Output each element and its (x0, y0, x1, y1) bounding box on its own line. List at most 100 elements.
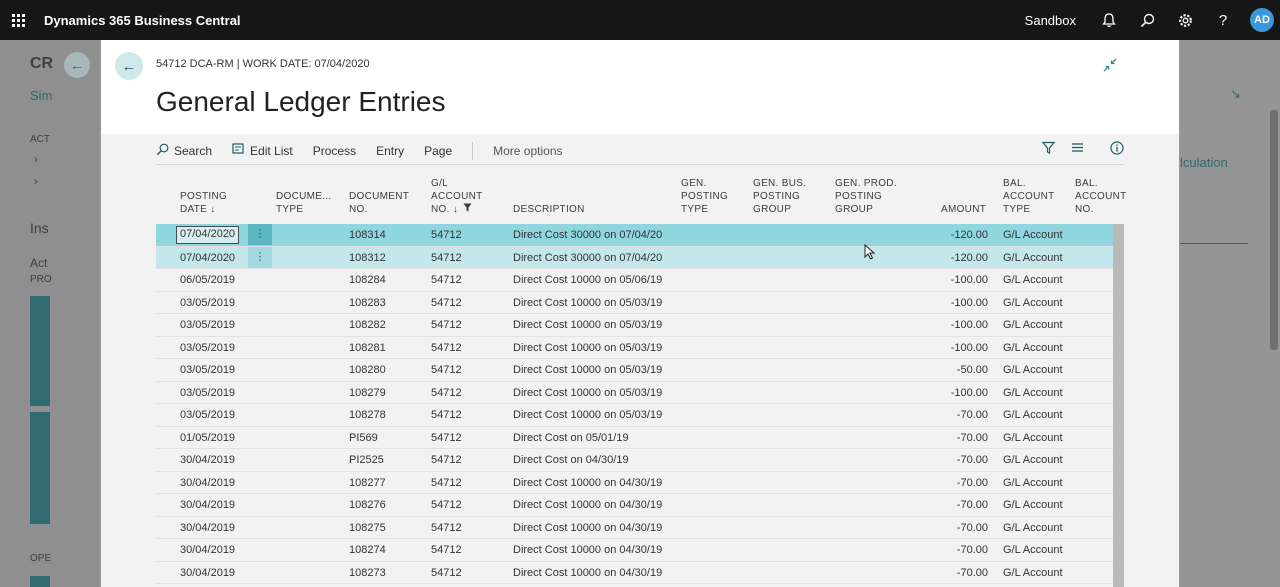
bal-account-type-cell[interactable]: G/L Account (1003, 454, 1063, 466)
column-header-amount[interactable]: AMOUNT (941, 203, 986, 216)
description-cell[interactable]: Direct Cost 10000 on 05/03/19 (513, 364, 662, 376)
table-row[interactable]: 03/05/2019 108281 54712 Direct Cost 10000 o… (156, 336, 1124, 359)
gl-account-no-cell[interactable]: 54712 (431, 567, 462, 579)
amount-cell[interactable]: -70.00 (926, 477, 988, 489)
document-no-cell[interactable]: 108284 (349, 274, 386, 286)
table-scrollbar[interactable] (1113, 224, 1124, 587)
table-row[interactable]: 30/04/2019 108275 54712 Direct Cost 10000 o… (156, 516, 1124, 539)
gl-account-no-cell[interactable]: 54712 (431, 454, 462, 466)
gl-account-no-cell[interactable]: 54712 (431, 522, 462, 534)
bal-account-type-cell[interactable]: G/L Account (1003, 364, 1063, 376)
description-cell[interactable]: Direct Cost 10000 on 05/03/19 (513, 297, 662, 309)
description-cell[interactable]: Direct Cost 10000 on 05/03/19 (513, 409, 662, 421)
gl-account-no-cell[interactable]: 54712 (431, 477, 462, 489)
amount-cell[interactable]: -50.00 (926, 364, 988, 376)
document-no-cell[interactable]: 108277 (349, 477, 386, 489)
posting-date-cell[interactable]: 07/04/2020 (180, 252, 235, 264)
gl-account-no-cell[interactable]: 54712 (431, 499, 462, 511)
document-no-cell[interactable]: PI2525 (349, 454, 384, 466)
description-cell[interactable]: Direct Cost 10000 on 04/30/19 (513, 477, 662, 489)
waffle-icon[interactable] (0, 0, 36, 40)
document-no-cell[interactable]: 108274 (349, 544, 386, 556)
description-cell[interactable]: Direct Cost on 05/01/19 (513, 432, 629, 444)
column-header-document-type[interactable]: DOCUME... TYPE (276, 190, 331, 216)
table-row[interactable]: 07/04/2020 ⋮ 108312 54712 Direct Cost 30000 … (156, 246, 1124, 269)
bal-account-type-cell[interactable]: G/L Account (1003, 342, 1063, 354)
description-cell[interactable]: Direct Cost 10000 on 05/03/19 (513, 319, 662, 331)
posting-date-cell[interactable]: 06/05/2019 (180, 274, 235, 286)
edit-list-button[interactable]: Edit List (232, 143, 293, 158)
table-row[interactable]: 30/04/2019 108276 54712 Direct Cost 10000 o… (156, 494, 1124, 517)
column-header-description[interactable]: DESCRIPTION (513, 203, 585, 216)
gl-account-no-cell[interactable]: 54712 (431, 342, 462, 354)
bal-account-type-cell[interactable]: G/L Account (1003, 387, 1063, 399)
description-cell[interactable]: Direct Cost 10000 on 05/03/19 (513, 387, 662, 399)
amount-cell[interactable]: -120.00 (926, 229, 988, 241)
more-options-button[interactable]: More options (493, 144, 562, 158)
table-row[interactable]: 03/05/2019 108280 54712 Direct Cost 10000 o… (156, 359, 1124, 382)
description-cell[interactable]: Direct Cost 10000 on 04/30/19 (513, 522, 662, 534)
amount-cell[interactable]: -100.00 (926, 319, 988, 331)
amount-cell[interactable]: -70.00 (926, 432, 988, 444)
list-view-icon[interactable] (1071, 141, 1084, 158)
row-actions-icon[interactable]: ⋮ (248, 224, 272, 245)
posting-date-cell[interactable]: 07/04/2020 (176, 226, 240, 244)
gl-account-no-cell[interactable]: 54712 (431, 319, 462, 331)
description-cell[interactable]: Direct Cost 10000 on 04/30/19 (513, 567, 662, 579)
posting-date-cell[interactable]: 03/05/2019 (180, 364, 235, 376)
column-header-gen-prod-posting-group[interactable]: GEN. PROD. POSTING GROUP (835, 177, 897, 216)
table-row[interactable]: 03/05/2019 108279 54712 Direct Cost 10000 o… (156, 381, 1124, 404)
column-header-bal-account-no[interactable]: BAL. ACCOUNT NO. (1075, 177, 1127, 216)
description-cell[interactable]: Direct Cost 10000 on 05/06/19 (513, 274, 662, 286)
gl-account-no-cell[interactable]: 54712 (431, 409, 462, 421)
table-row[interactable]: 30/04/2019 108277 54712 Direct Cost 10000 o… (156, 471, 1124, 494)
description-cell[interactable]: Direct Cost on 04/30/19 (513, 454, 629, 466)
document-no-cell[interactable]: 108279 (349, 387, 386, 399)
amount-cell[interactable]: -100.00 (926, 297, 988, 309)
bal-account-type-cell[interactable]: G/L Account (1003, 544, 1063, 556)
amount-cell[interactable]: -70.00 (926, 454, 988, 466)
help-icon[interactable]: ? (1204, 0, 1242, 40)
gl-account-no-cell[interactable]: 54712 (431, 229, 462, 241)
document-no-cell[interactable]: 108281 (349, 342, 386, 354)
column-header-gl-account-no[interactable]: G/L ACCOUNT NO. ↓ (431, 177, 483, 216)
amount-cell[interactable]: -100.00 (926, 387, 988, 399)
posting-date-cell[interactable]: 01/05/2019 (180, 432, 235, 444)
amount-cell[interactable]: -70.00 (926, 499, 988, 511)
table-row[interactable]: 03/05/2019 108278 54712 Direct Cost 10000 o… (156, 404, 1124, 427)
gl-account-no-cell[interactable]: 54712 (431, 252, 462, 264)
search-icon[interactable] (1128, 0, 1166, 40)
amount-cell[interactable]: -100.00 (926, 274, 988, 286)
gl-account-no-cell[interactable]: 54712 (431, 544, 462, 556)
table-row[interactable]: 06/05/2019 108284 54712 Direct Cost 10000 o… (156, 269, 1124, 292)
posting-date-cell[interactable]: 03/05/2019 (180, 342, 235, 354)
document-no-cell[interactable]: 108314 (349, 229, 386, 241)
description-cell[interactable]: Direct Cost 30000 on 07/04/20 (513, 252, 662, 264)
table-row[interactable]: 30/04/2019 108274 54712 Direct Cost 10000 o… (156, 539, 1124, 562)
description-cell[interactable]: Direct Cost 30000 on 07/04/20 (513, 229, 662, 241)
gl-account-no-cell[interactable]: 54712 (431, 387, 462, 399)
row-actions-icon[interactable]: ⋮ (248, 246, 272, 268)
collapse-icon[interactable] (1103, 58, 1117, 75)
posting-date-cell[interactable]: 30/04/2019 (180, 499, 235, 511)
posting-date-cell[interactable]: 03/05/2019 (180, 387, 235, 399)
page-menu[interactable]: Page (424, 144, 452, 158)
table-row[interactable]: 03/05/2019 108282 54712 Direct Cost 10000 o… (156, 314, 1124, 337)
bal-account-type-cell[interactable]: G/L Account (1003, 274, 1063, 286)
gl-account-no-cell[interactable]: 54712 (431, 432, 462, 444)
avatar[interactable]: AD (1250, 8, 1274, 32)
gear-icon[interactable] (1166, 0, 1204, 40)
process-menu[interactable]: Process (313, 144, 356, 158)
gl-account-no-cell[interactable]: 54712 (431, 274, 462, 286)
table-row[interactable]: 30/04/2019 PI2525 54712 Direct Cost on 04/3… (156, 449, 1124, 472)
posting-date-cell[interactable]: 03/05/2019 (180, 297, 235, 309)
posting-date-cell[interactable]: 30/04/2019 (180, 567, 235, 579)
bal-account-type-cell[interactable]: G/L Account (1003, 229, 1063, 241)
column-header-gen-bus-posting-group[interactable]: GEN. BUS. POSTING GROUP (753, 177, 806, 216)
bal-account-type-cell[interactable]: G/L Account (1003, 477, 1063, 489)
gl-account-no-cell[interactable]: 54712 (431, 297, 462, 309)
filter-icon[interactable] (1041, 141, 1056, 158)
amount-cell[interactable]: -120.00 (926, 252, 988, 264)
document-no-cell[interactable]: 108283 (349, 297, 386, 309)
entry-menu[interactable]: Entry (376, 144, 404, 158)
